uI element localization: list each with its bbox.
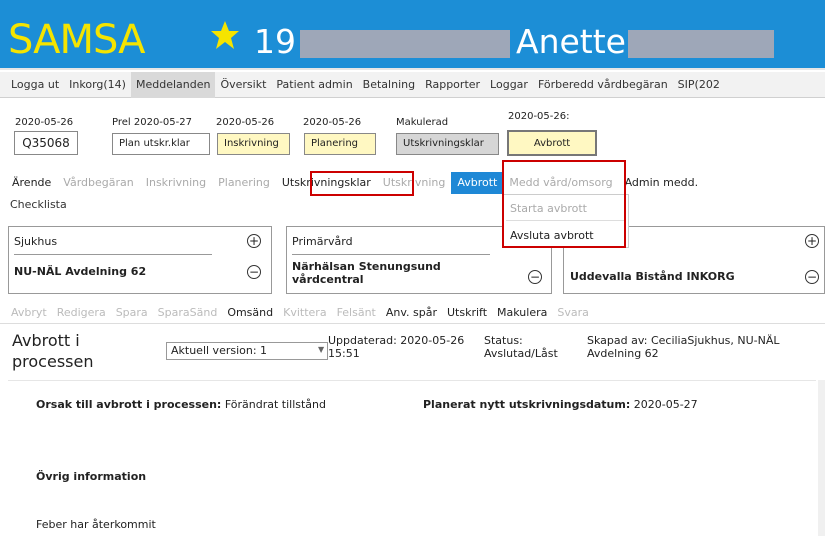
menu-meddelanden[interactable]: Meddelanden	[130, 71, 216, 98]
btn-redigera[interactable]: Redigera	[52, 306, 111, 319]
plan-date: Prel 2020-05-27	[112, 117, 192, 128]
menu-rapporter[interactable]: Rapporter	[420, 72, 485, 98]
add-circle-icon[interactable]: +	[247, 234, 261, 248]
redacted-surname	[628, 30, 774, 58]
tab-avbrott[interactable]: Avbrott	[451, 172, 504, 194]
step-avbrott[interactable]: Avbrott	[507, 130, 597, 156]
main-menu: Logga ut Inkorg(14) Meddelanden Översikt…	[0, 71, 825, 98]
card-primarvard-value: Närhälsan Stenungsund vårdcentral	[292, 260, 441, 286]
menu-logga-ut[interactable]: Logga ut	[6, 72, 64, 98]
remove-circle-icon[interactable]: −	[247, 265, 261, 279]
btn-felsant[interactable]: Felsänt	[332, 306, 381, 319]
utskrivningsklar-status: Makulerad	[396, 117, 449, 128]
step-plan-utskr-klar[interactable]: Plan utskr.klar	[112, 133, 210, 155]
menu-oversikt[interactable]: Översikt	[215, 72, 271, 98]
reason-label: Orsak till avbrott i processen:	[36, 398, 222, 411]
reason-value: Förändrat tillstånd	[224, 398, 326, 411]
planned-date-label: Planerat nytt utskrivningsdatum:	[423, 398, 631, 411]
menu-betalning[interactable]: Betalning	[358, 72, 420, 98]
case-date: 2020-05-26	[15, 117, 74, 128]
menu-patient-admin[interactable]: Patient admin	[271, 72, 357, 98]
remove-circle-icon[interactable]: −	[528, 270, 542, 284]
btn-avbryt[interactable]: Avbryt	[6, 306, 52, 319]
checklist-link[interactable]: Checklista	[10, 198, 67, 211]
star-icon[interactable]	[210, 20, 240, 50]
card-primarvard-title: Primärvård	[292, 235, 353, 248]
btn-makulera[interactable]: Makulera	[492, 306, 552, 319]
redacted-personal-id	[300, 30, 510, 58]
step-planering[interactable]: Planering	[304, 133, 376, 155]
btn-omsand[interactable]: Omsänd	[222, 306, 278, 319]
doc-updated: Uppdaterad: 2020-05-26 15:51	[328, 334, 465, 360]
btn-svara[interactable]: Svara	[552, 306, 594, 319]
tab-admin-medd[interactable]: Admin medd.	[619, 172, 705, 194]
doc-title: Avbrott i processen	[12, 331, 94, 371]
patient-name: Anette	[516, 22, 626, 61]
tab-inskrivning[interactable]: Inskrivning	[140, 172, 212, 194]
remove-circle-icon[interactable]: −	[805, 270, 819, 284]
menu-inkorg[interactable]: Inkorg(14)	[64, 72, 131, 98]
other-info-heading: Övrig information	[36, 470, 147, 483]
planering-date: 2020-05-26	[303, 117, 362, 128]
card-sjukhus-title: Sjukhus	[14, 235, 58, 248]
add-circle-icon[interactable]: +	[805, 234, 819, 248]
tab-planering[interactable]: Planering	[212, 172, 276, 194]
reason-row: Orsak till avbrott i processen: Förändra…	[36, 398, 326, 411]
other-info-text: Feber har återkommit	[36, 518, 156, 531]
scrollbar[interactable]	[818, 380, 825, 536]
highlight-avbrott-menu	[502, 160, 626, 248]
chevron-down-icon[interactable]: ▼	[318, 345, 324, 354]
doc-toolbar: Avbryt Redigera Spara SparaSänd Omsänd K…	[0, 302, 825, 324]
version-select[interactable]: Aktuell version: 1	[166, 342, 328, 360]
menu-sip[interactable]: SIP(202	[673, 72, 725, 98]
card-sjukhus-value: NU-NÄL Avdelning 62	[14, 265, 147, 278]
step-utskrivningsklar[interactable]: Utskrivningsklar	[396, 133, 499, 155]
menu-forberedd-vardbegaran[interactable]: Förberedd vårdbegäran	[533, 72, 673, 98]
btn-kvittera[interactable]: Kvittera	[278, 306, 331, 319]
planned-date-value: 2020-05-27	[633, 398, 698, 411]
avbrott-date: 2020-05-26:	[508, 111, 570, 122]
tab-vardbegaran[interactable]: Vårdbegäran	[57, 172, 139, 194]
card-divider	[292, 254, 490, 255]
doc-status: Status: Avslutad/Låst	[484, 334, 558, 360]
patient-number: 19	[254, 22, 296, 61]
btn-anv-spar[interactable]: Anv. spår	[381, 306, 442, 319]
card-kommun-value: Uddevalla Bistånd INKORG	[570, 270, 735, 283]
step-inskrivning[interactable]: Inskrivning	[217, 133, 290, 155]
app-logo: SAMSA	[8, 17, 146, 63]
highlight-utskrivningsklar	[310, 171, 414, 196]
planned-date-row: Planerat nytt utskrivningsdatum: 2020-05…	[423, 398, 698, 411]
tab-arende[interactable]: Ärende	[6, 172, 57, 194]
card-divider	[14, 254, 212, 255]
btn-spara[interactable]: Spara	[111, 306, 153, 319]
case-id-box[interactable]: Q35068	[14, 131, 78, 155]
inskrivning-date: 2020-05-26	[216, 117, 275, 128]
menu-loggar[interactable]: Loggar	[485, 72, 533, 98]
btn-sparasand[interactable]: SparaSänd	[153, 306, 223, 319]
doc-created-by: Skapad av: CeciliaSjukhus, NU-NÄL Avdeln…	[587, 334, 780, 360]
btn-utskrift[interactable]: Utskrift	[442, 306, 492, 319]
